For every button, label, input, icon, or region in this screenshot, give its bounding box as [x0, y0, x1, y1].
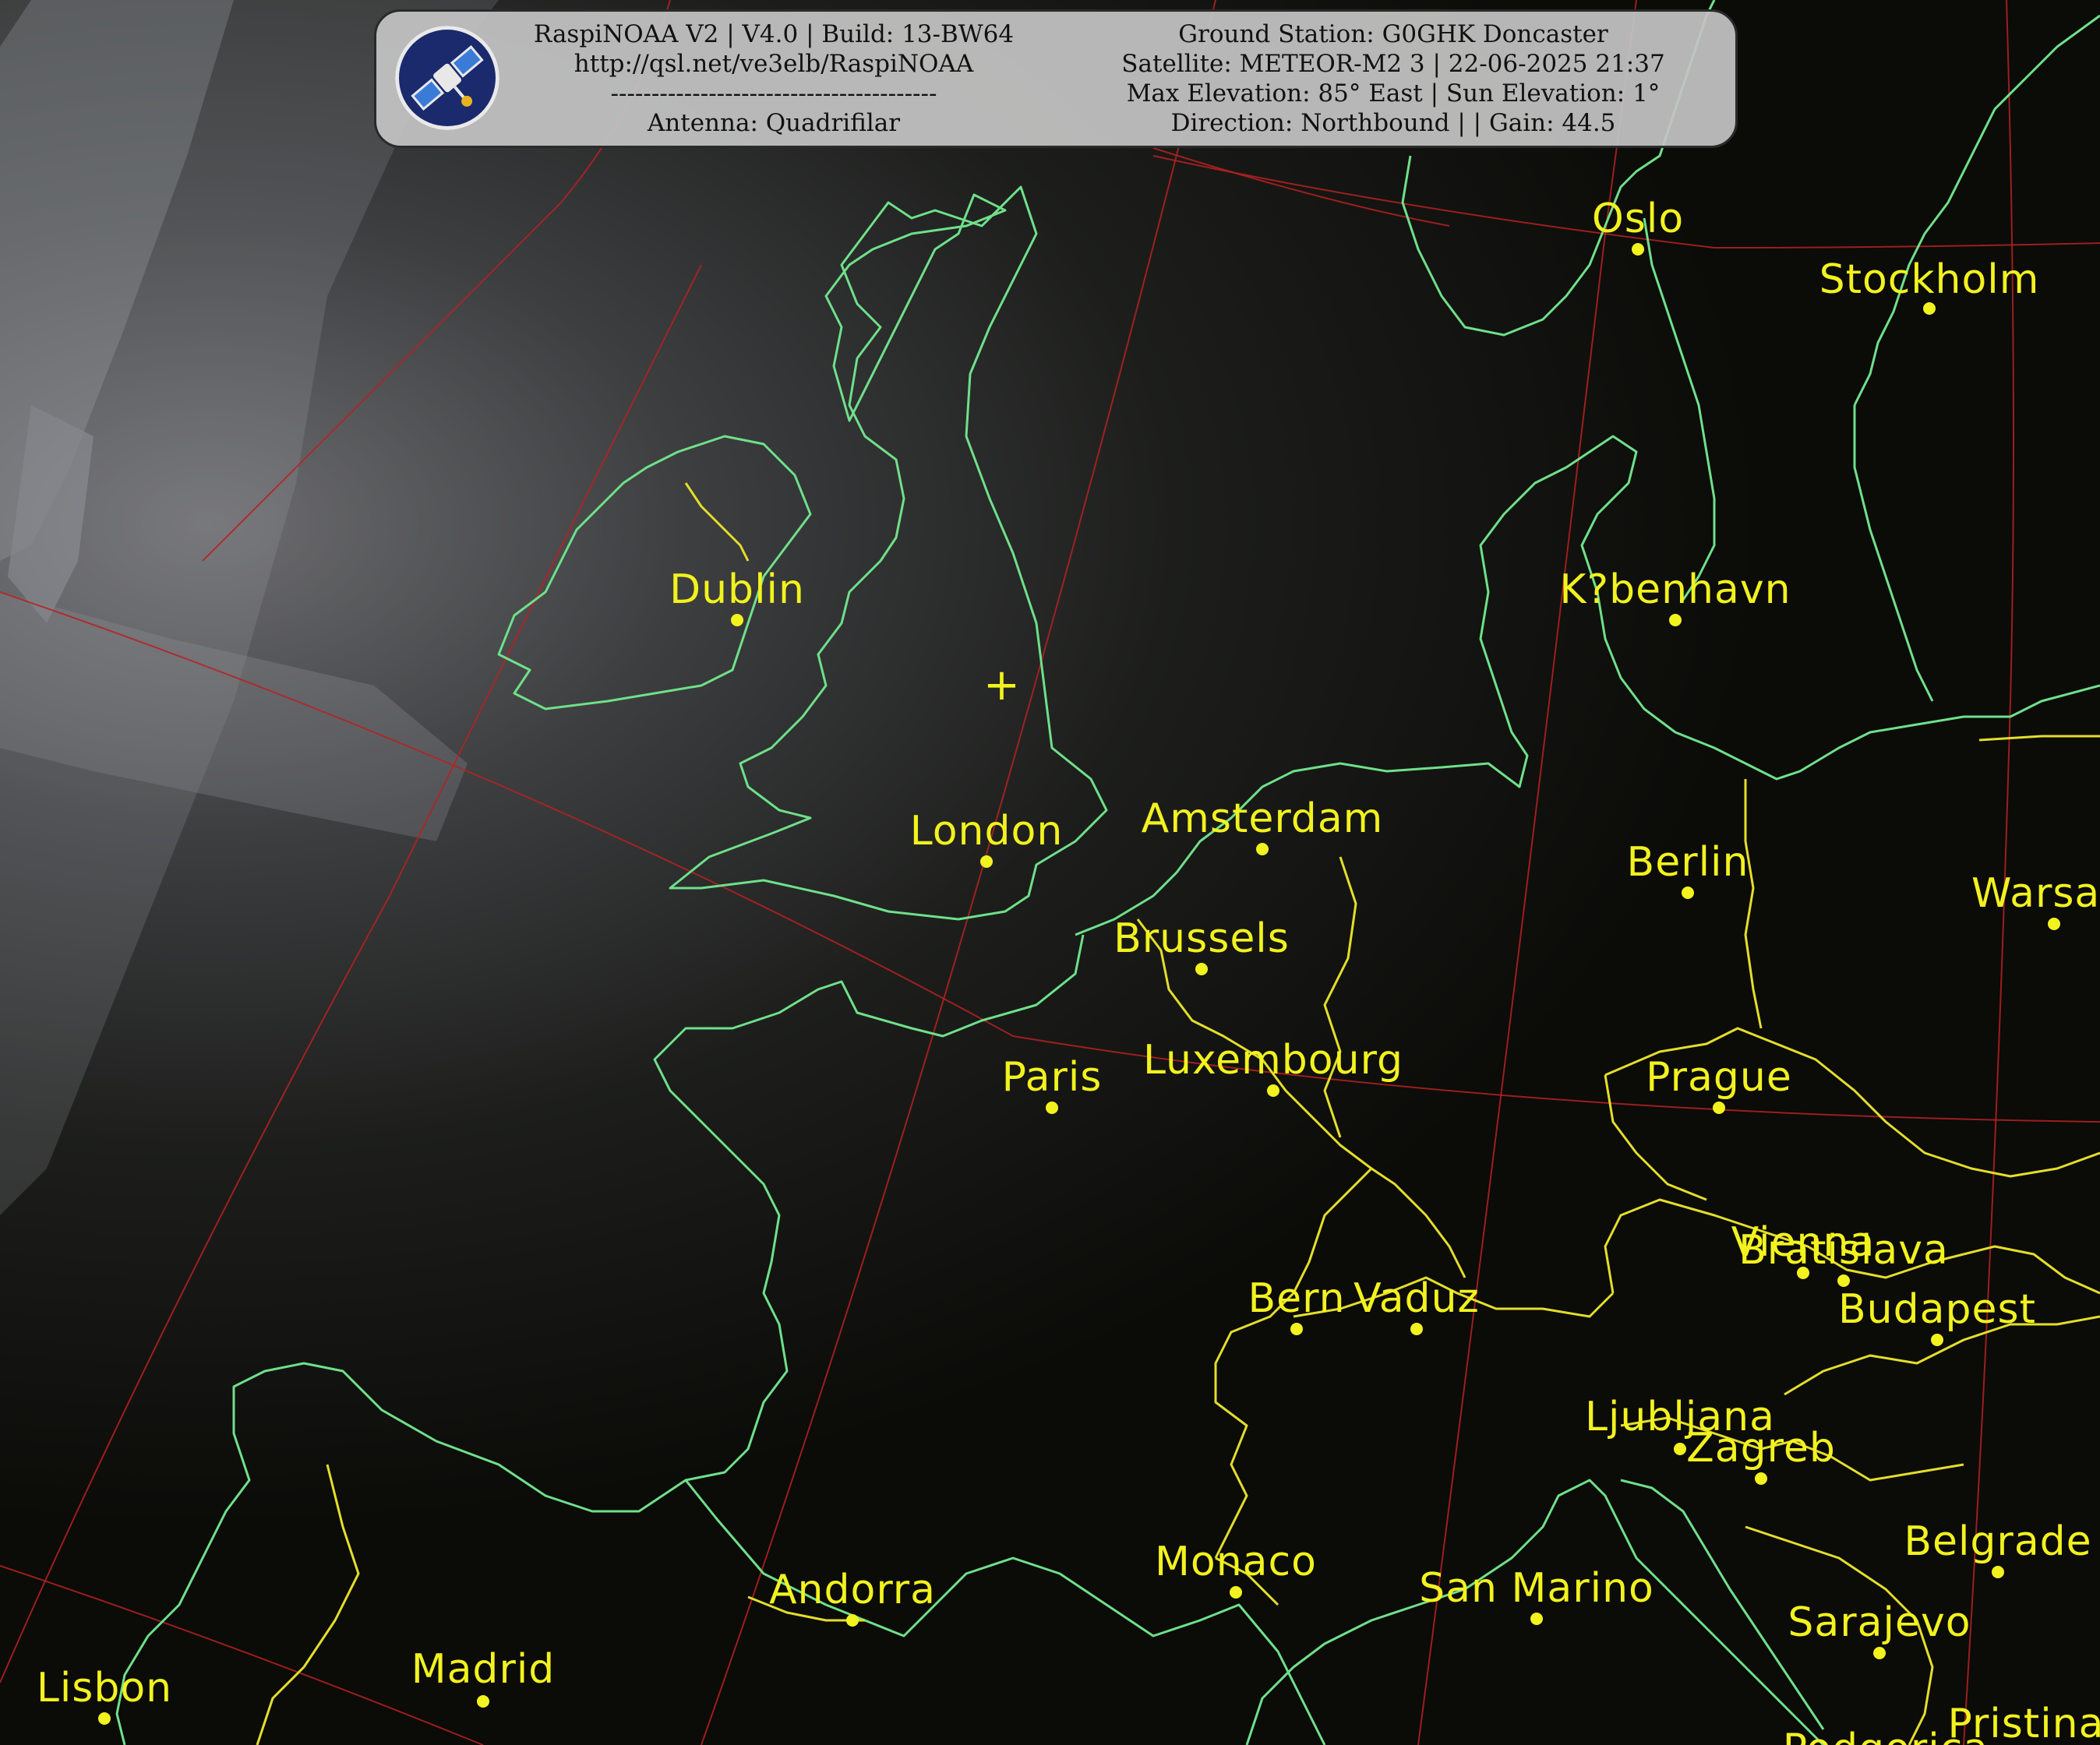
- city-paris: Paris: [1002, 1054, 1103, 1114]
- map-stage: + Oslo Stockholm Dublin K?benhavn London Amst…: [0, 0, 2100, 1745]
- city-dot: [1046, 1102, 1058, 1114]
- city-podgorica: Podgorica: [1783, 1726, 1989, 1745]
- city-label: Brussels: [1114, 915, 1290, 962]
- info-right-column: Ground Station: G0GHK Doncaster Satellit…: [1070, 19, 1717, 138]
- info-line-direction: Direction: Northbound | | Gain: 44.5: [1170, 109, 1616, 137]
- city-label: Stockholm: [1819, 256, 2040, 303]
- city-oslo: Oslo: [1592, 196, 1684, 256]
- city-dot: [1530, 1613, 1543, 1625]
- city-dot: [1837, 1274, 1850, 1287]
- city-luxembourg: Luxembourg: [1143, 1037, 1403, 1097]
- city-label: Lisbon: [37, 1665, 172, 1712]
- info-line-url: http://qsl.net/ve3elb/RaspiNOAA: [574, 50, 974, 78]
- city-dot: [477, 1695, 489, 1708]
- satellite-map: + Oslo Stockholm Dublin K?benhavn London Amst…: [0, 0, 2100, 1745]
- city-label: Warsa: [1971, 870, 2100, 917]
- city-label: Prague: [1646, 1054, 1792, 1101]
- city-dot: [98, 1712, 111, 1725]
- city-budapest: Budapest: [1838, 1286, 2036, 1346]
- city-label: Zagreb: [1686, 1425, 1836, 1472]
- city-madrid: Madrid: [411, 1646, 556, 1708]
- city-monaco: Monaco: [1155, 1539, 1317, 1599]
- city-label: Madrid: [411, 1646, 556, 1693]
- city-andorra: Andorra: [769, 1567, 936, 1627]
- info-line-build: RaspiNOAA V2 | V4.0 | Build: 13-BW64: [533, 20, 1015, 48]
- info-line-separator: ----------------------------------------: [610, 79, 937, 108]
- city-dot: [1632, 243, 1644, 256]
- info-left-column: RaspiNOAA V2 | V4.0 | Build: 13-BW64 htt…: [509, 19, 1039, 138]
- city-label: Bratislava: [1738, 1227, 1949, 1274]
- city-berlin: Berlin: [1627, 839, 1749, 899]
- city-dot: [1682, 887, 1694, 899]
- city-dot: [2048, 918, 2060, 930]
- cloud-layer: [0, 0, 499, 1215]
- city-label: Sarajevo: [1788, 1599, 1971, 1646]
- city-dot: [846, 1614, 859, 1627]
- city-dot: [1755, 1472, 1767, 1485]
- city-label: London: [910, 808, 1064, 855]
- city-label: Berlin: [1627, 839, 1749, 886]
- city-zagreb: Zagreb: [1686, 1425, 1836, 1485]
- city-dot: [1669, 614, 1682, 626]
- city-dot: [1931, 1334, 1943, 1346]
- city-label: Amsterdam: [1142, 795, 1384, 842]
- city-label: Budapest: [1838, 1286, 2036, 1333]
- city-brussels: Brussels: [1114, 915, 1290, 975]
- city-vaduz: Vaduz: [1354, 1275, 1480, 1335]
- city-dot: [1230, 1586, 1242, 1599]
- info-line-elevation: Max Elevation: 85° East | Sun Elevation:…: [1126, 79, 1661, 108]
- info-panel: RaspiNOAA V2 | V4.0 | Build: 13-BW64 htt…: [374, 9, 1738, 148]
- city-label: San Marino: [1419, 1565, 1654, 1612]
- city-belgrade: Belgrade: [1904, 1518, 2091, 1578]
- city-london: London: [910, 808, 1064, 868]
- city-bratislava: Bratislava: [1738, 1227, 1949, 1287]
- info-line-ground-station: Ground Station: G0GHK Doncaster: [1178, 20, 1608, 48]
- city-dot: [1923, 302, 1936, 315]
- city-layer: Oslo Stockholm Dublin K?benhavn London Amster…: [37, 196, 2100, 1745]
- city-dot: [1992, 1566, 2004, 1578]
- city-warsa: Warsa: [1971, 870, 2100, 930]
- satellite-icon: [395, 26, 499, 130]
- station-marker: +: [983, 660, 1021, 710]
- city-dot: [980, 855, 993, 868]
- city-san-marino: San Marino: [1419, 1565, 1654, 1625]
- city-label: Oslo: [1592, 196, 1684, 242]
- city-k-benhavn: K?benhavn: [1559, 566, 1791, 626]
- city-label: Paris: [1002, 1054, 1103, 1101]
- city-dot: [1410, 1323, 1423, 1335]
- city-lisbon: Lisbon: [37, 1665, 172, 1725]
- info-line-antenna: Antenna: Quadrifilar: [647, 109, 901, 137]
- city-sarajevo: Sarajevo: [1788, 1599, 1971, 1659]
- city-dublin: Dublin: [669, 566, 805, 626]
- city-dot: [1873, 1647, 1886, 1659]
- city-dot: [1267, 1084, 1279, 1097]
- city-label: K?benhavn: [1559, 566, 1791, 613]
- city-label: Dublin: [669, 566, 805, 613]
- city-label: Luxembourg: [1143, 1037, 1403, 1084]
- city-dot: [1713, 1102, 1725, 1114]
- city-dot: [1195, 963, 1208, 975]
- city-dot: [1256, 843, 1269, 855]
- city-bern: Bern: [1248, 1275, 1345, 1335]
- city-label: Andorra: [769, 1567, 936, 1613]
- city-label: Monaco: [1155, 1539, 1317, 1585]
- city-dot: [1674, 1443, 1686, 1455]
- city-prague: Prague: [1646, 1054, 1792, 1114]
- city-label: Vaduz: [1354, 1275, 1480, 1322]
- city-stockholm: Stockholm: [1819, 256, 2040, 315]
- city-amsterdam: Amsterdam: [1142, 795, 1384, 855]
- city-dot: [731, 614, 743, 626]
- city-label: Podgorica: [1783, 1726, 1989, 1745]
- city-dot: [1290, 1323, 1303, 1335]
- city-label: Belgrade: [1904, 1518, 2091, 1565]
- info-line-satellite: Satellite: METEOR-M2 3 | 22-06-2025 21:3…: [1121, 50, 1665, 78]
- coastlines: [115, 0, 2100, 1745]
- city-label: Bern: [1248, 1275, 1345, 1322]
